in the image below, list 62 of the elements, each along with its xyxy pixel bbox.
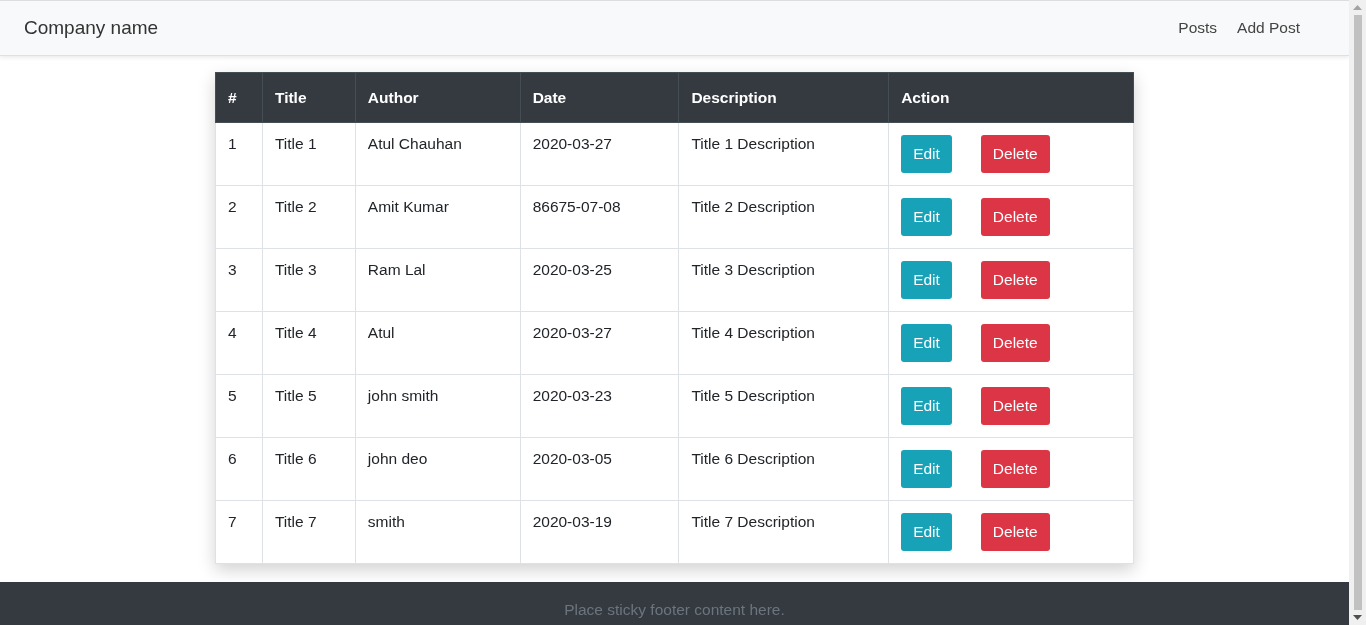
table-cell: Ram Lal xyxy=(355,248,521,312)
delete-button[interactable]: Delete xyxy=(980,261,1050,299)
table-cell: john deo xyxy=(355,437,521,501)
column-header: Action xyxy=(888,72,1134,123)
delete-button[interactable]: Delete xyxy=(980,387,1050,425)
table-cell: Amit Kumar xyxy=(355,185,521,249)
edit-button[interactable]: Edit xyxy=(901,324,952,362)
edit-button[interactable]: Edit xyxy=(901,387,952,425)
table-cell: 2020-03-05 xyxy=(520,437,679,501)
delete-button[interactable]: Delete xyxy=(980,450,1050,488)
table-cell: 7 xyxy=(215,500,263,564)
edit-button[interactable]: Edit xyxy=(901,513,952,551)
table-cell: 1 xyxy=(215,122,263,186)
table-cell: 5 xyxy=(215,374,263,438)
column-header: # xyxy=(215,72,263,123)
delete-button[interactable]: Delete xyxy=(980,198,1050,236)
table-cell: smith xyxy=(355,500,521,564)
nav-link[interactable]: Add Post xyxy=(1237,19,1300,37)
table-cell: 2 xyxy=(215,185,263,249)
table-cell: Title 5 Description xyxy=(678,374,889,438)
delete-button[interactable]: Delete xyxy=(980,513,1050,551)
column-header: Title xyxy=(262,72,356,123)
table-cell: Title 3 xyxy=(262,248,356,312)
table-cell: Title 2 Description xyxy=(678,185,889,249)
table-cell: Title 7 Description xyxy=(678,500,889,564)
table-cell: 4 xyxy=(215,311,263,375)
edit-button[interactable]: Edit xyxy=(901,198,952,236)
column-header: Description xyxy=(678,72,889,123)
scroll-down-icon[interactable] xyxy=(1353,614,1362,620)
table-cell: 6 xyxy=(215,437,263,501)
brand-name[interactable]: Company name xyxy=(24,17,159,39)
table-cell: Atul Chauhan xyxy=(355,122,521,186)
edit-button[interactable]: Edit xyxy=(901,450,952,488)
table-cell: Title 6 xyxy=(262,437,356,501)
table-cell: Title 6 Description xyxy=(678,437,889,501)
table-cell: 2020-03-27 xyxy=(520,311,679,375)
table-cell: 3 xyxy=(215,248,263,312)
table-cell: Title 4 Description xyxy=(678,311,889,375)
table-cell: Title 5 xyxy=(262,374,356,438)
table-cell: Title 2 xyxy=(262,185,356,249)
column-header: Author xyxy=(355,72,521,123)
table-cell: Title 1 Description xyxy=(678,122,889,186)
table-cell: 2020-03-27 xyxy=(520,122,679,186)
table-cell: 86675-07-08 xyxy=(520,185,679,249)
footer-text: Place sticky footer content here. xyxy=(564,601,785,619)
table-cell: 2020-03-19 xyxy=(520,500,679,564)
table-cell: Title 3 Description xyxy=(678,248,889,312)
table-cell: 2020-03-25 xyxy=(520,248,679,312)
table-cell: Atul xyxy=(355,311,521,375)
table-cell: Title 4 xyxy=(262,311,356,375)
table-cell: Title 1 xyxy=(262,122,356,186)
table-cell: 2020-03-23 xyxy=(520,374,679,438)
table-cell: Title 7 xyxy=(262,500,356,564)
column-header: Date xyxy=(520,72,679,123)
table-cell: john smith xyxy=(355,374,521,438)
scrollbar[interactable] xyxy=(1349,0,1366,625)
edit-button[interactable]: Edit xyxy=(901,261,952,299)
nav-link[interactable]: Posts xyxy=(1178,19,1218,37)
edit-button[interactable]: Edit xyxy=(901,135,952,173)
delete-button[interactable]: Delete xyxy=(980,324,1050,362)
scroll-up-icon[interactable] xyxy=(1353,5,1362,11)
delete-button[interactable]: Delete xyxy=(980,135,1050,173)
